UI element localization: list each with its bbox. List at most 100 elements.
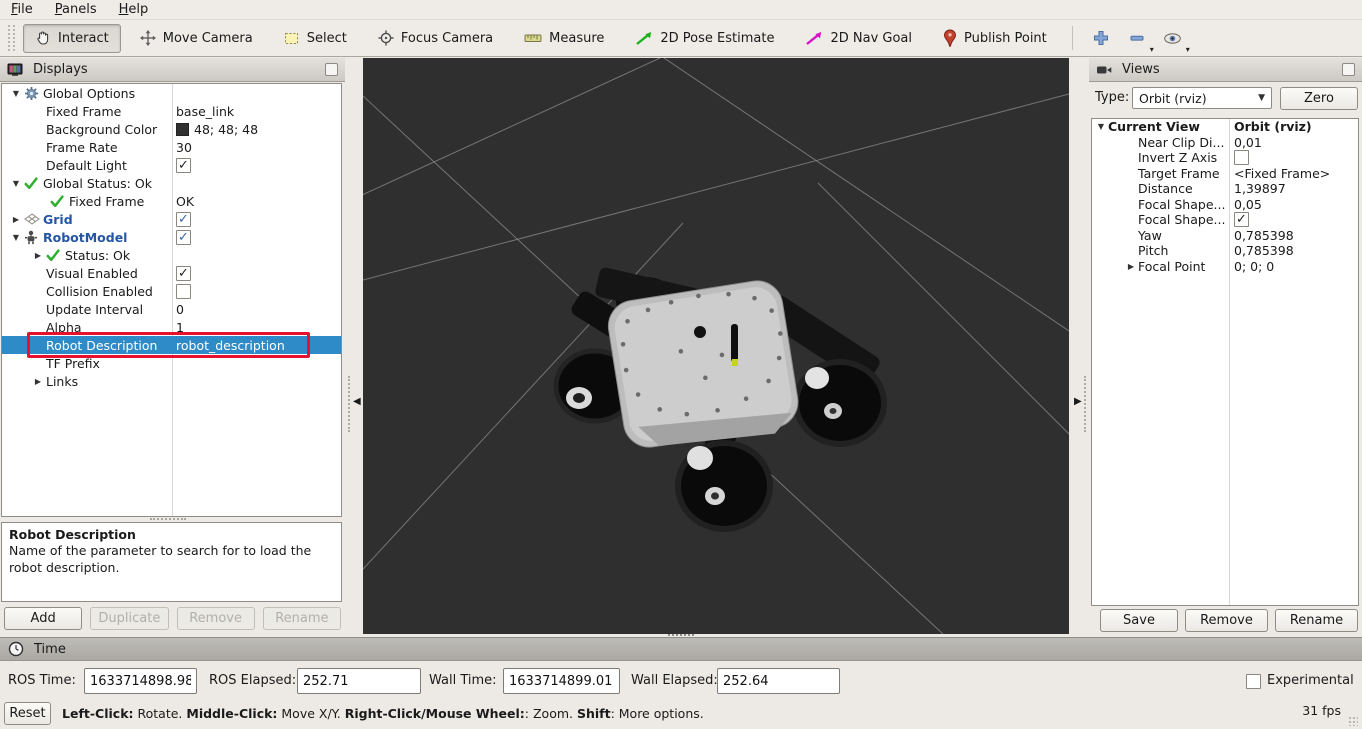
expander-open-icon[interactable]: ▼: [8, 89, 24, 98]
expander-open-icon[interactable]: ▼: [8, 179, 24, 188]
tree-row-yaw[interactable]: Yaw0,785398: [1092, 228, 1358, 244]
expander-open-icon[interactable]: ▼: [1094, 122, 1108, 131]
tree-row-focal-shape[interactable]: Focal Shape...0,05: [1092, 197, 1358, 213]
row-value-cell[interactable]: 0: [172, 300, 184, 318]
render-viewport-3d[interactable]: [363, 58, 1069, 634]
row-value-cell[interactable]: 48; 48; 48: [172, 120, 258, 138]
zero-button[interactable]: Zero: [1280, 87, 1358, 110]
checkbox-checked[interactable]: ✓: [176, 158, 191, 173]
row-value-cell[interactable]: 0,785398: [1229, 243, 1294, 258]
expander-open-icon[interactable]: ▼: [8, 233, 24, 242]
ros-time-input[interactable]: [84, 668, 197, 694]
row-value-cell[interactable]: ✓: [172, 156, 191, 174]
row-value-cell[interactable]: OK: [172, 192, 194, 210]
tool-interact[interactable]: Interact: [23, 24, 121, 53]
toolbar-drag-handle[interactable]: [8, 25, 15, 51]
tree-row-global-options[interactable]: ▼Global Options: [2, 84, 341, 102]
tree-row-default-light[interactable]: Default Light✓: [2, 156, 341, 174]
tool-publish-point[interactable]: Publish Point: [931, 24, 1059, 53]
tree-row-fixed-frame[interactable]: Fixed Framebase_link: [2, 102, 341, 120]
views-remove-button[interactable]: Remove: [1185, 609, 1268, 632]
tree-row-focal-shape[interactable]: Focal Shape...✓: [1092, 212, 1358, 228]
row-value-cell[interactable]: Orbit (rviz): [1229, 119, 1312, 134]
tree-row-grid[interactable]: ▶Grid✓: [2, 210, 341, 228]
tree-row-current-view[interactable]: ▼Current ViewOrbit (rviz): [1092, 119, 1358, 135]
wall-elapsed-input[interactable]: [717, 668, 840, 694]
row-value-cell[interactable]: 0,785398: [1229, 228, 1294, 243]
tree-row-pitch[interactable]: Pitch0,785398: [1092, 243, 1358, 259]
row-value-cell[interactable]: 1: [172, 318, 184, 336]
tree-row-global-status-ok[interactable]: ▼Global Status: Ok: [2, 174, 341, 192]
menu-file[interactable]: File: [0, 0, 44, 20]
tree-row-visual-enabled[interactable]: Visual Enabled✓: [2, 264, 341, 282]
collapse-right-icon[interactable]: ▶: [1074, 396, 1082, 407]
row-value-cell[interactable]: base_link: [172, 102, 234, 120]
expander-closed-icon[interactable]: ▶: [30, 377, 46, 386]
tree-row-update-interval[interactable]: Update Interval0: [2, 300, 341, 318]
tool-2d-nav-goal[interactable]: 2D Nav Goal: [793, 24, 924, 53]
tree-row-distance[interactable]: Distance1,39897: [1092, 181, 1358, 197]
views-panel-float-button[interactable]: [1342, 63, 1355, 76]
tree-row-frame-rate[interactable]: Frame Rate30: [2, 138, 341, 156]
tree-row-collision-enabled[interactable]: Collision Enabled: [2, 282, 341, 300]
row-value-cell[interactable]: ✓: [172, 264, 191, 282]
tree-row-target-frame[interactable]: Target Frame<Fixed Frame>: [1092, 166, 1358, 182]
row-value-cell[interactable]: <Fixed Frame>: [1229, 166, 1330, 181]
ros-elapsed-input[interactable]: [297, 668, 421, 694]
row-value-cell[interactable]: ✓: [172, 210, 191, 228]
row-value-cell[interactable]: robot_description: [172, 336, 285, 354]
displays-panel-float-button[interactable]: [325, 63, 338, 76]
resize-grip[interactable]: [1348, 716, 1358, 726]
tree-row-focal-point[interactable]: ▶Focal Point0; 0; 0: [1092, 259, 1358, 275]
wall-time-input[interactable]: [503, 668, 620, 694]
views-rename-button[interactable]: Rename: [1275, 609, 1358, 632]
expander-closed-icon[interactable]: ▶: [1124, 262, 1138, 271]
tool-measure[interactable]: Measure: [512, 24, 616, 53]
row-value-cell[interactable]: 1,39897: [1229, 181, 1286, 196]
row-value-cell[interactable]: ✓: [1229, 212, 1249, 227]
row-value-cell[interactable]: [172, 84, 176, 102]
row-value-cell[interactable]: 0; 0; 0: [1229, 259, 1274, 274]
row-value-cell[interactable]: 0,01: [1229, 135, 1262, 150]
row-value-cell[interactable]: [172, 246, 176, 264]
tool-move-camera[interactable]: Move Camera: [128, 24, 265, 53]
tree-row-robotmodel[interactable]: ▼RobotModel✓: [2, 228, 341, 246]
menu-help[interactable]: Help: [108, 0, 160, 20]
row-value-cell[interactable]: 0,05: [1229, 197, 1262, 212]
row-value-cell[interactable]: [172, 174, 176, 192]
views-save-button[interactable]: Save: [1100, 609, 1178, 632]
view-type-combobox[interactable]: Orbit (rviz) ▼: [1132, 87, 1272, 109]
checkbox-checked[interactable]: ✓: [176, 212, 191, 227]
tree-row-invert-z-axis[interactable]: Invert Z Axis: [1092, 150, 1358, 166]
tree-row-links[interactable]: ▶Links: [2, 372, 341, 390]
tool-focus-camera[interactable]: Focus Camera: [366, 24, 505, 53]
menu-panels[interactable]: Panels: [44, 0, 108, 20]
expander-closed-icon[interactable]: ▶: [30, 251, 46, 260]
checkbox-unchecked[interactable]: [1234, 150, 1249, 165]
toolbar-eye-button[interactable]: ▾: [1157, 24, 1189, 52]
help-splitter-handle[interactable]: [150, 518, 186, 521]
reset-button[interactable]: Reset: [4, 702, 51, 725]
left-splitter[interactable]: ◀: [345, 58, 364, 634]
checkbox-checked[interactable]: ✓: [176, 230, 191, 245]
tool-2d-pose-estimate[interactable]: 2D Pose Estimate: [623, 24, 786, 53]
row-value-cell[interactable]: [1229, 150, 1249, 165]
expander-closed-icon[interactable]: ▶: [8, 215, 24, 224]
experimental-checkbox[interactable]: [1246, 674, 1261, 689]
tree-row-near-clip-di[interactable]: Near Clip Di...0,01: [1092, 135, 1358, 151]
tree-row-tf-prefix[interactable]: TF Prefix: [2, 354, 341, 372]
collapse-left-icon[interactable]: ◀: [353, 396, 361, 407]
right-splitter[interactable]: ▶: [1070, 58, 1089, 634]
toolbar-plus-button[interactable]: [1085, 24, 1117, 52]
tree-row-background-color[interactable]: Background Color48; 48; 48: [2, 120, 341, 138]
row-value-cell[interactable]: [172, 354, 176, 372]
row-value-cell[interactable]: [172, 282, 191, 300]
tree-row-alpha[interactable]: Alpha1: [2, 318, 341, 336]
displays-add-button[interactable]: Add: [4, 607, 82, 630]
tree-row-robot-description[interactable]: Robot Descriptionrobot_description: [2, 336, 341, 354]
checkbox-checked[interactable]: ✓: [176, 266, 191, 281]
tree-row-fixed-frame[interactable]: Fixed FrameOK: [2, 192, 341, 210]
tool-select[interactable]: Select: [272, 24, 359, 53]
row-value-cell[interactable]: 30: [172, 138, 192, 156]
row-value-cell[interactable]: ✓: [172, 228, 191, 246]
